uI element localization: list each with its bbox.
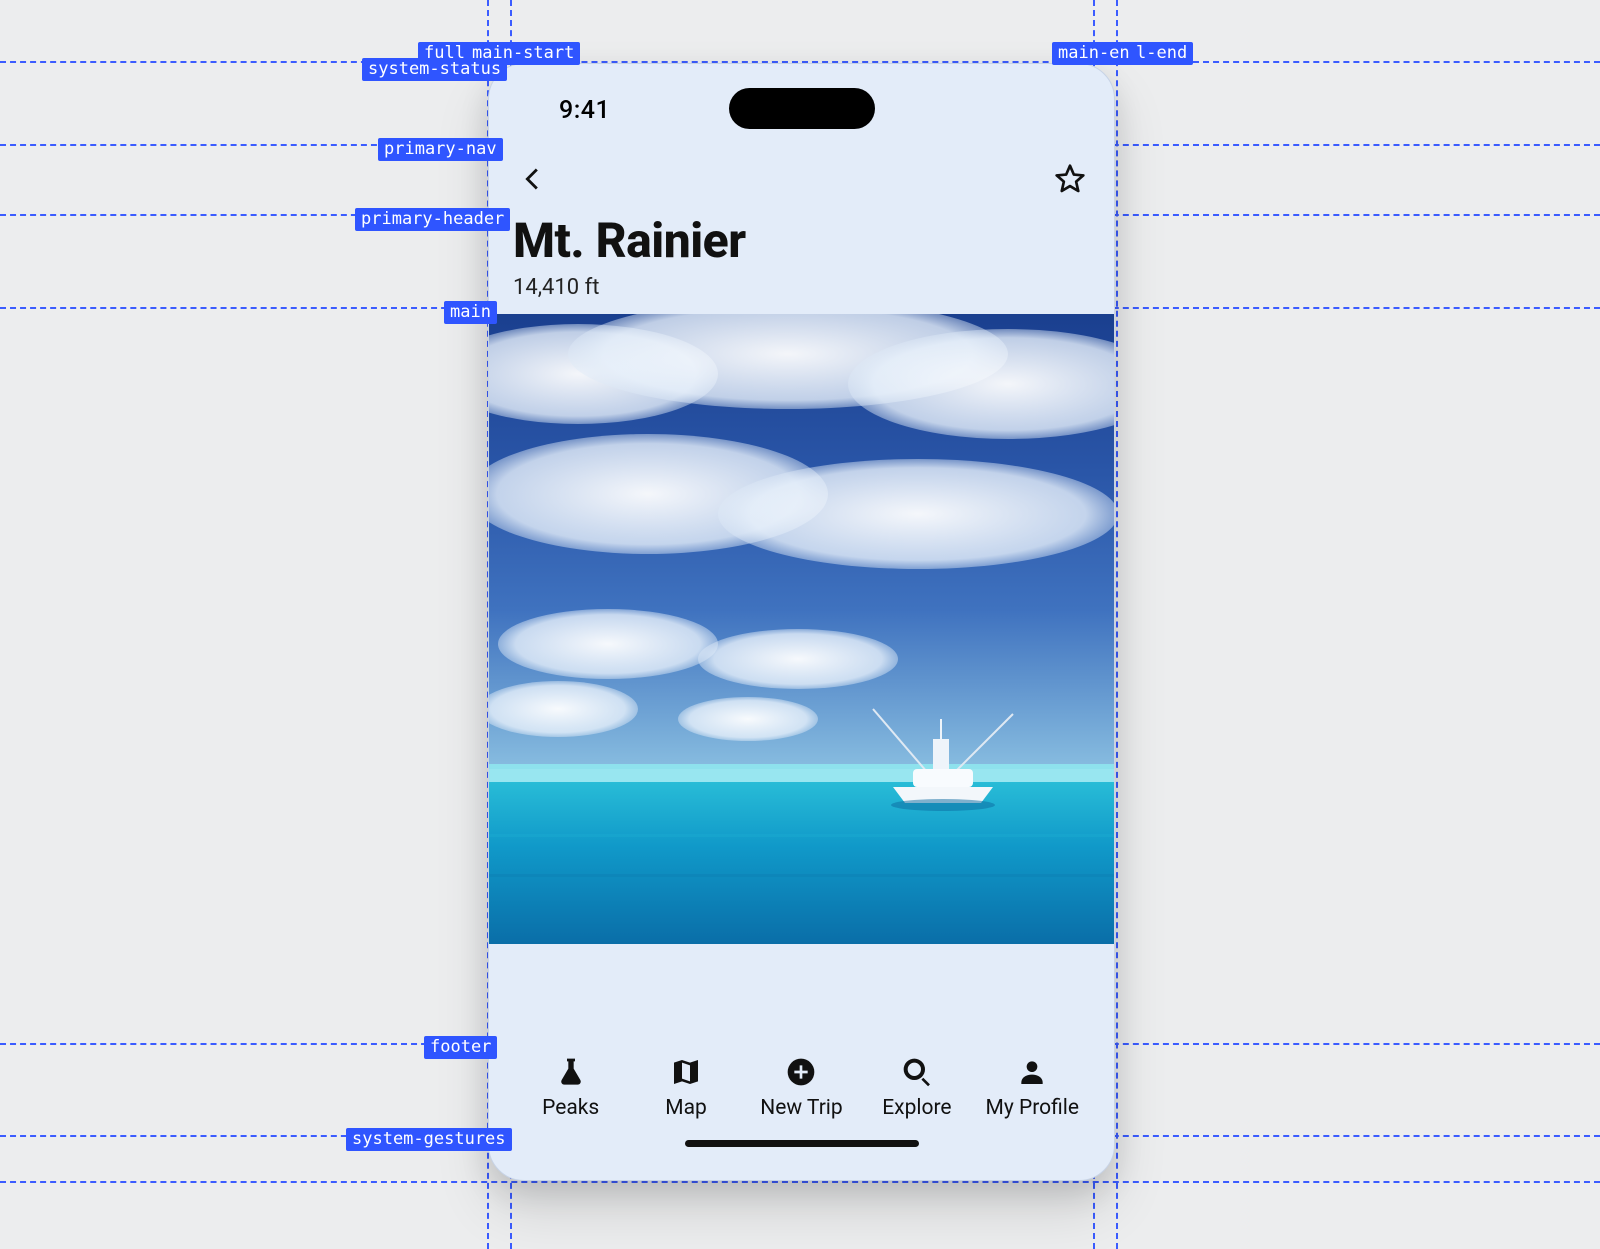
person-icon (1016, 1056, 1048, 1092)
search-icon (901, 1056, 933, 1092)
phone-frame: 9:41 Mt. Rainier 14,410 ft (488, 63, 1115, 1181)
guide-full-right (1116, 0, 1118, 1249)
page-subtitle: 14,410 ft (513, 275, 1090, 300)
page-title: Mt. Rainier (513, 212, 1090, 269)
label-footer: footer (424, 1036, 497, 1059)
star-outline-icon (1054, 163, 1086, 198)
tab-map[interactable]: Map (628, 1056, 743, 1120)
label-primary-nav: primary-nav (378, 138, 503, 161)
tab-peaks-label: Peaks (542, 1096, 599, 1120)
status-bar: 9:41 (489, 64, 1114, 118)
label-primary-header: primary-header (355, 208, 510, 231)
tab-explore-label: Explore (882, 1096, 951, 1120)
add-circle-icon (785, 1056, 817, 1092)
tab-new-trip[interactable]: New Trip (744, 1056, 859, 1120)
chevron-left-icon (516, 162, 550, 199)
label-full-left: full- (418, 42, 481, 65)
guide-bottom (0, 1181, 1600, 1183)
primary-header: Mt. Rainier 14,410 ft (489, 212, 1114, 306)
map-icon (670, 1056, 702, 1092)
science-icon (555, 1056, 587, 1092)
hero-image (489, 314, 1114, 944)
label-system-status: system-status (362, 58, 507, 81)
tab-bar: Peaks Map New Trip Explore My Profile (489, 1046, 1114, 1180)
back-button[interactable] (513, 160, 553, 200)
tab-my-profile-label: My Profile (986, 1096, 1080, 1120)
label-full-end: l-end (1130, 42, 1193, 65)
label-main-start: main-start (466, 42, 580, 65)
label-system-gestures: system-gestures (346, 1128, 512, 1151)
label-main-end: main-end (1052, 42, 1146, 65)
tab-new-trip-label: New Trip (760, 1096, 842, 1120)
tab-map-label: Map (665, 1096, 707, 1120)
status-time: 9:41 (559, 96, 610, 125)
favorite-button[interactable] (1050, 160, 1090, 200)
primary-nav (489, 144, 1114, 216)
tab-my-profile[interactable]: My Profile (975, 1056, 1090, 1120)
tab-peaks[interactable]: Peaks (513, 1056, 628, 1120)
home-indicator[interactable] (685, 1140, 919, 1147)
dynamic-island (729, 88, 875, 129)
tab-explore[interactable]: Explore (859, 1056, 974, 1120)
